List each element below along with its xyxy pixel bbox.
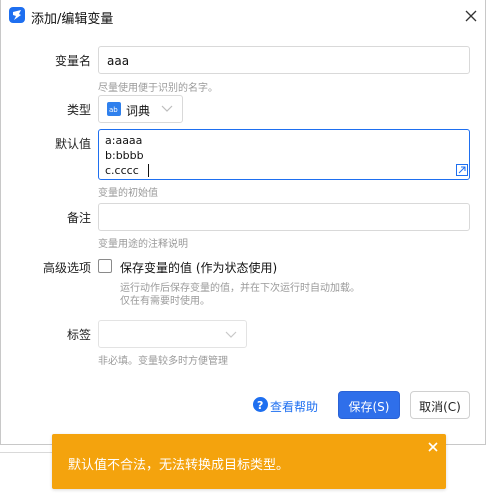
background-window-edge [0, 452, 52, 453]
tags-hint: 非必填。变量较多时方便管理 [98, 356, 228, 367]
error-toast: 默认值不合法，无法转换成目标类型。 [52, 434, 446, 489]
default-value-line: c.cccc [105, 164, 139, 177]
svg-text:?: ? [257, 399, 263, 412]
help-link-label: 查看帮助 [270, 400, 319, 414]
close-button[interactable] [459, 4, 483, 28]
name-label: 变量名 [54, 54, 91, 68]
default-value-line: a:aaaa [105, 134, 143, 147]
expand-editor-icon[interactable] [456, 164, 468, 176]
save-state-checkbox[interactable] [98, 259, 112, 273]
save-button-label: 保存(S) [348, 400, 390, 414]
type-label: 类型 [66, 103, 91, 117]
svg-text:ab: ab [109, 106, 118, 114]
cancel-button-label: 取消(C) [419, 400, 461, 414]
tags-select[interactable] [98, 320, 247, 348]
default-value-label: 默认值 [54, 137, 91, 151]
variable-name-input[interactable]: aaa [98, 46, 470, 74]
name-hint: 尽量使用便于识别的名字。 [98, 83, 218, 94]
advanced-hint-line: 仅在有需要时使用。 [120, 296, 210, 307]
save-button[interactable]: 保存(S) [338, 391, 400, 419]
close-icon [465, 10, 477, 22]
save-state-checkbox-label[interactable]: 保存变量的值 (作为状态使用) [120, 259, 277, 276]
variable-name-value: aaa [107, 54, 130, 68]
remark-hint: 变量用途的注释说明 [98, 239, 188, 250]
chevron-down-icon [225, 331, 237, 338]
advanced-label: 高级选项 [42, 261, 91, 275]
dialog-title: 添加/编辑变量 [31, 12, 114, 27]
default-value-hint: 变量的初始值 [98, 188, 158, 199]
edit-variable-dialog: 添加/编辑变量 变量名 aaa 尽量使用便于识别的名字。 类型 ab 词典 默认… [0, 0, 486, 445]
type-select[interactable]: ab 词典 [98, 95, 183, 123]
dictionary-icon: ab [107, 102, 121, 116]
chevron-down-icon [161, 105, 173, 112]
cancel-button[interactable]: 取消(C) [410, 391, 470, 419]
remark-input[interactable] [98, 203, 470, 231]
default-value-line: b:bbbb [105, 149, 144, 162]
type-select-value: 词典 [126, 104, 151, 118]
help-icon: ? [253, 397, 268, 412]
toast-close-icon[interactable] [426, 440, 440, 454]
default-value-textarea[interactable]: a:aaaa b:bbbb c.cccc [98, 129, 470, 180]
toast-message: 默认值不合法，无法转换成目标类型。 [68, 458, 290, 473]
dialog-titlebar: 添加/编辑变量 [1, 0, 485, 32]
remark-label: 备注 [66, 211, 91, 225]
text-caret [148, 164, 149, 177]
tags-label: 标签 [66, 328, 91, 342]
app-logo-icon [9, 7, 25, 23]
